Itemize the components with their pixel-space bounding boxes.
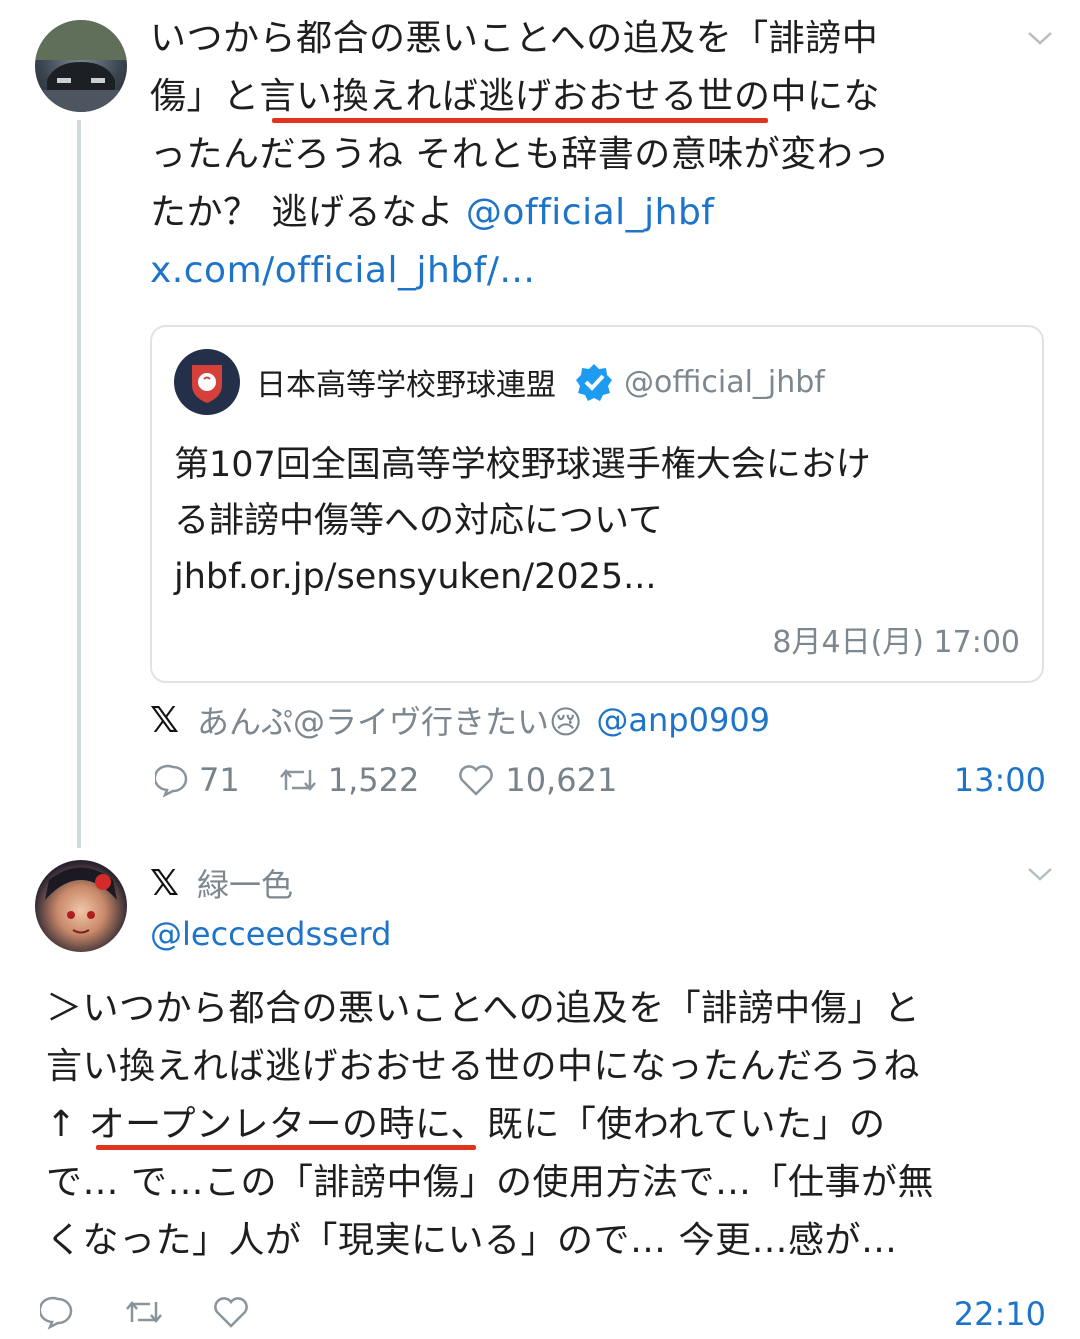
tweet2-time[interactable]: 22:10 [954, 1292, 1046, 1336]
quote-header: 日本高等学校野球連盟 @official_jhbf [256, 357, 825, 407]
jhbf-logo-icon [174, 349, 240, 415]
mention-link[interactable]: @official_jhbf [466, 192, 715, 233]
reply-count: 71 [199, 761, 240, 799]
red-highlight-underline-1 [272, 118, 768, 123]
tweet1-stats-row: 71 1,522 10,621 [155, 758, 617, 802]
tweet2-handle[interactable]: @lecceedsserd [150, 914, 391, 954]
thread-connector-line [77, 120, 81, 848]
tweet1-author-display-name[interactable]: あんぷ@ライヴ行きたい😢 [197, 697, 582, 743]
reply-icon[interactable] [155, 762, 191, 798]
quoted-tweet-card[interactable]: 日本高等学校野球連盟 @official_jhbf 第107回全国高等学校野球選… [150, 325, 1044, 683]
quote-line-2: る誹謗中傷等への対応について [174, 501, 663, 541]
quote-org-name[interactable]: 日本高等学校野球連盟 [256, 360, 556, 404]
reply-icon[interactable] [40, 1294, 76, 1330]
tweet1-author-row: 𝕏 あんぷ@ライヴ行きたい😢 @anp0909 [150, 698, 770, 742]
tweet1-url-link[interactable]: x.com/official_jhbf/... [150, 242, 1010, 300]
tweet2-name-row: 𝕏 緑一色 [150, 860, 293, 906]
tweet2-line-5: くなった」人が「現実にいる」ので… 今更…感が… [46, 1220, 898, 1261]
tweet1-line-4-text: たか？ 逃げるなよ [150, 192, 454, 233]
tweet2-line-4: で… で…この「誹謗中傷」の使用方法で…「仕事が無 [46, 1162, 934, 1203]
tweet1-body: いつから都合の悪いことへの追及を「誹謗中 傷」と言い換えれば逃げおおせる世の中に… [150, 10, 1010, 300]
quote-link[interactable]: jhbf.or.jp/sensyuken/2025... [174, 549, 1034, 605]
tweet2-body: ＞いつから都合の悪いことへの追及を「誹謗中傷」と 言い換えれば逃げおおせる世の中… [46, 980, 1056, 1270]
red-highlight-underline-2 [96, 1145, 476, 1150]
tweet1-author-handle[interactable]: @anp0909 [596, 701, 770, 739]
retweet-icon[interactable] [278, 762, 318, 798]
quote-line-1: 第107回全国高等学校野球選手権大会におけ [174, 445, 871, 485]
anime-character-avatar-icon [45, 867, 117, 934]
tweet1-line-1: いつから都合の悪いことへの追及を「誹謗中 [150, 18, 879, 59]
tweet2-display-name[interactable]: 緑一色 [197, 860, 293, 906]
x-logo-icon: 𝕏 [150, 862, 180, 904]
tweet2-line-1: ＞いつから都合の悪いことへの追及を「誹謗中傷」と [46, 988, 921, 1029]
tweet2-actions-row [40, 1292, 250, 1332]
avatar-tweet2[interactable] [35, 860, 127, 952]
x-logo-icon: 𝕏 [150, 699, 180, 741]
retweet-icon[interactable] [124, 1294, 164, 1330]
like-heart-icon[interactable] [457, 762, 495, 798]
tweet1-line-4: たか？ 逃げるなよ @official_jhbf [150, 184, 1010, 242]
car-photo-icon [35, 20, 127, 112]
tweet1-line-3: ったんだろうね それとも辞書の意味が変わっ [150, 134, 890, 175]
chevron-down-icon[interactable] [1026, 28, 1054, 48]
verified-badge-icon [576, 364, 612, 401]
chevron-down-icon[interactable] [1026, 864, 1054, 884]
retweet-count: 1,522 [327, 761, 420, 799]
like-heart-icon[interactable] [212, 1294, 250, 1330]
tweet1-time[interactable]: 13:00 [954, 758, 1046, 802]
tweet2-line-2: 言い換えれば逃げおおせる世の中になったんだろうね [46, 1046, 920, 1087]
quote-handle: @official_jhbf [624, 364, 825, 400]
quote-body: 第107回全国高等学校野球選手権大会におけ る誹謗中傷等への対応について jhb… [174, 437, 1034, 605]
avatar-tweet1[interactable] [35, 20, 127, 112]
quote-timestamp: 8月4日(月) 17:00 [772, 625, 1020, 660]
like-count: 10,621 [505, 761, 618, 799]
